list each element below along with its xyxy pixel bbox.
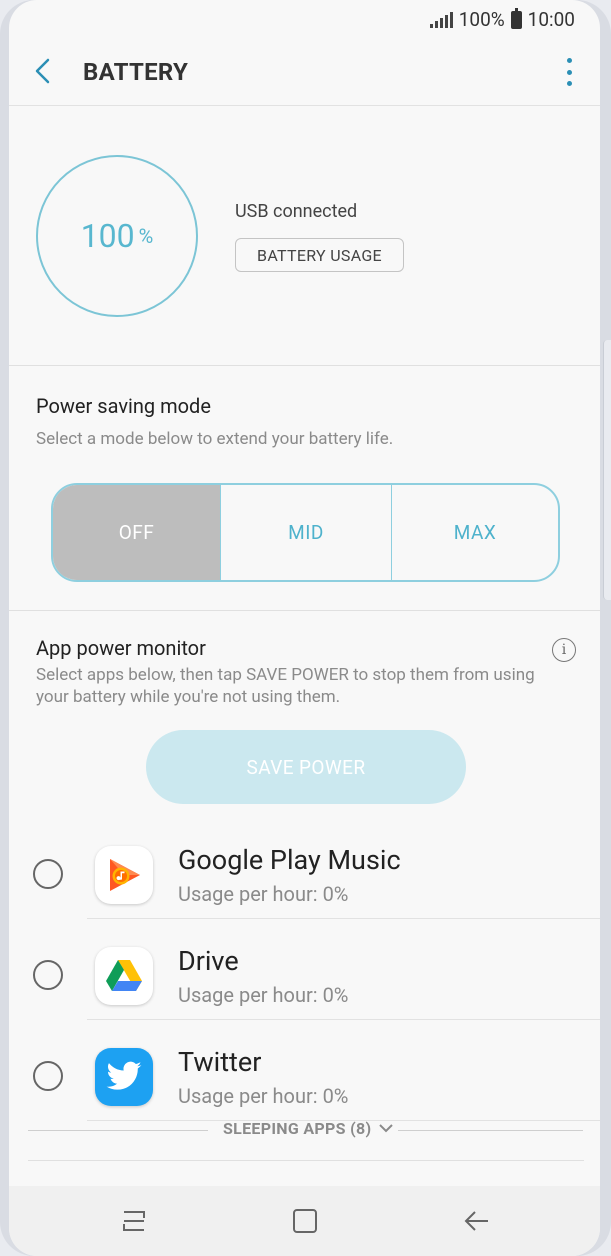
chevron-down-icon <box>379 1124 394 1133</box>
chevron-left-icon <box>35 58 50 84</box>
google-play-music-icon <box>95 846 153 904</box>
app-usage: Usage per hour: 0% <box>178 983 349 1007</box>
sleeping-apps-row: SLEEPING APPS (8) <box>9 1115 600 1145</box>
app-power-monitor-description: Select apps below, then tap SAVE POWER t… <box>36 665 535 707</box>
app-select-radio[interactable] <box>33 960 63 990</box>
app-name: Google Play Music <box>178 844 401 876</box>
save-power-button[interactable]: SAVE POWER <box>146 730 466 804</box>
back-nav-button[interactable] <box>459 1204 493 1238</box>
app-bar: BATTERY <box>9 38 600 106</box>
charging-status: USB connected <box>235 201 358 222</box>
app-select-radio[interactable] <box>33 1061 63 1091</box>
google-drive-icon <box>95 947 153 1005</box>
app-usage: Usage per hour: 0% <box>178 882 349 906</box>
divider-line <box>28 1130 208 1131</box>
device-frame: 100% 10:00 BATTERY 100% USB connected BA… <box>0 0 611 1256</box>
app-power-monitor-title: App power monitor <box>36 636 206 660</box>
navigation-bar <box>9 1186 600 1256</box>
more-dot-icon <box>566 69 572 75</box>
sleeping-apps-label: SLEEPING APPS (8) <box>223 1119 372 1138</box>
battery-status-section: 100% USB connected BATTERY USAGE <box>9 107 600 366</box>
twitter-icon <box>95 1048 153 1106</box>
app-row-drive[interactable]: Drive Usage per hour: 0% <box>9 919 600 1020</box>
battery-icon <box>510 7 522 29</box>
battery-percent: 100 <box>80 217 135 255</box>
app-power-monitor-section: App power monitor i Select apps below, t… <box>9 612 600 1184</box>
home-icon <box>293 1209 317 1233</box>
app-row-twitter[interactable]: Twitter Usage per hour: 0% <box>9 1020 600 1121</box>
clock: 10:00 <box>527 8 575 31</box>
back-arrow-icon <box>464 1211 488 1231</box>
sleeping-apps-toggle[interactable]: SLEEPING APPS (8) <box>223 1119 394 1138</box>
power-saving-section: Power saving mode Select a mode below to… <box>9 367 600 611</box>
recent-apps-icon <box>123 1211 145 1231</box>
back-button[interactable] <box>27 56 57 86</box>
signal-icon <box>429 11 453 28</box>
mode-max-button[interactable]: MAX <box>392 485 558 580</box>
screen: 100% 10:00 BATTERY 100% USB connected BA… <box>9 0 600 1256</box>
status-indicators: 100% 10:00 <box>429 7 575 31</box>
section-divider <box>28 1160 584 1161</box>
app-select-radio[interactable] <box>33 859 63 889</box>
more-dot-icon <box>566 58 572 63</box>
page-title: BATTERY <box>83 58 189 86</box>
battery-percent-sign: % <box>138 224 154 248</box>
battery-usage-button[interactable]: BATTERY USAGE <box>235 238 404 272</box>
power-saving-subtitle: Select a mode below to extend your batte… <box>36 429 394 449</box>
recent-apps-button[interactable] <box>117 1204 151 1238</box>
device-edge <box>603 340 611 600</box>
mode-off-button[interactable]: OFF <box>53 485 221 580</box>
battery-level-ring: 100% <box>36 155 198 317</box>
mode-mid-button[interactable]: MID <box>221 485 392 580</box>
app-name: Drive <box>178 945 239 977</box>
info-icon[interactable]: i <box>552 638 576 662</box>
power-saving-title: Power saving mode <box>36 394 211 418</box>
app-usage: Usage per hour: 0% <box>178 1084 349 1108</box>
more-dot-icon <box>566 81 572 86</box>
app-name: Twitter <box>178 1046 262 1078</box>
status-bar: 100% 10:00 <box>9 0 600 38</box>
battery-level: 100% <box>458 8 505 31</box>
app-row-google-play-music[interactable]: Google Play Music Usage per hour: 0% <box>9 818 600 919</box>
home-button[interactable] <box>288 1204 322 1238</box>
more-options-button[interactable] <box>562 58 576 86</box>
divider-line <box>398 1130 583 1131</box>
power-mode-selector: OFF MID MAX <box>51 483 560 582</box>
